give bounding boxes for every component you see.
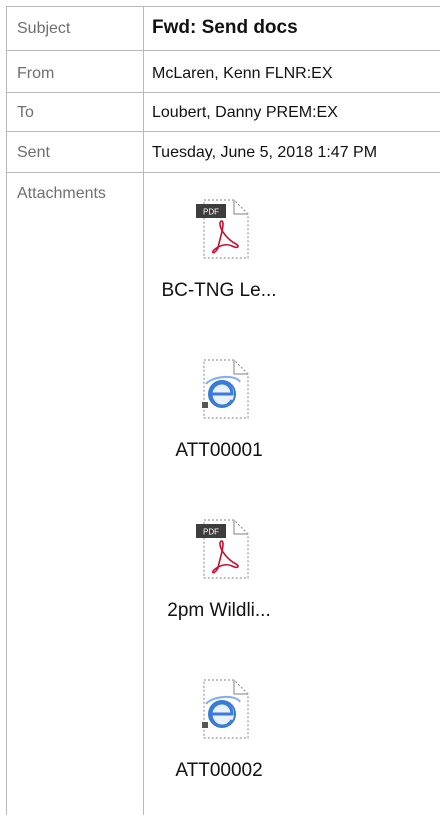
svg-text:PDF: PDF	[203, 208, 219, 217]
attachment-item[interactable]: PDF 2pm Wildli...	[144, 506, 294, 626]
svg-text:PDF: PDF	[203, 528, 219, 537]
sent-label: Sent	[17, 144, 50, 161]
row-divider	[6, 92, 440, 93]
from-value: McLaren, Kenn FLNR:EX	[152, 65, 333, 82]
to-value: Loubert, Danny PREM:EX	[152, 104, 338, 121]
sent-value: Tuesday, June 5, 2018 1:47 PM	[152, 144, 378, 161]
pdf-file-icon: PDF	[196, 519, 249, 579]
table-left-border	[6, 6, 7, 815]
attachment-name[interactable]: ATT00001	[144, 440, 294, 462]
html-file-icon	[202, 359, 249, 419]
row-divider	[6, 50, 440, 51]
to-label: To	[17, 104, 34, 121]
table-top-border	[6, 6, 440, 7]
email-header-table: Subject Fwd: Send docs From McLaren, Ken…	[6, 6, 440, 815]
attachment-name[interactable]: ATT00002	[144, 760, 294, 782]
attachments-label: Attachments	[17, 185, 106, 202]
attachment-item[interactable]: ATT00001	[144, 346, 294, 466]
attachment-item[interactable]: PDF BC-TNG Le...	[144, 186, 294, 306]
attachment-name[interactable]: BC-TNG Le...	[144, 280, 294, 302]
attachment-name[interactable]: 2pm Wildli...	[144, 600, 294, 622]
attachment-item[interactable]: ATT00002	[144, 666, 294, 786]
row-divider	[6, 131, 440, 132]
subject-value: Fwd: Send docs	[152, 17, 298, 38]
subject-label: Subject	[17, 20, 71, 37]
row-divider	[6, 172, 440, 173]
pdf-file-icon: PDF	[196, 199, 249, 259]
html-file-icon	[202, 679, 249, 739]
from-label: From	[17, 65, 55, 82]
